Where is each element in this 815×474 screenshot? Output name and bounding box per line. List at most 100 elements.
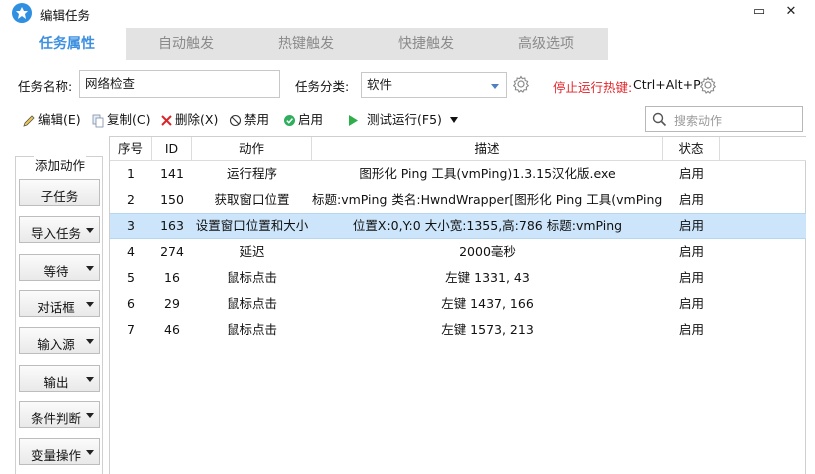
- test-run-label: 测试运行(F5): [367, 112, 442, 127]
- close-button[interactable]: ✕: [778, 2, 804, 24]
- chevron-down-icon: [86, 228, 94, 233]
- cell-status: 启用: [678, 166, 704, 181]
- task-category-select[interactable]: 软件: [361, 72, 507, 98]
- condition-button[interactable]: 条件判断: [19, 401, 100, 428]
- variable-operation-button[interactable]: 变量操作: [19, 438, 100, 465]
- hotkey-settings-gear-icon[interactable]: [698, 75, 718, 95]
- subtask-button[interactable]: 子任务: [19, 179, 100, 206]
- cell-description: 左键 1331, 43: [445, 270, 530, 285]
- category-settings-gear-icon[interactable]: [511, 74, 531, 94]
- copy-button[interactable]: 复制(C): [91, 111, 150, 129]
- add-action-title: 添加动作: [34, 155, 87, 174]
- cell-action: 运行程序: [226, 166, 277, 181]
- tab-task-properties[interactable]: 任务属性: [8, 28, 126, 60]
- col-header-action[interactable]: 动作: [192, 137, 312, 161]
- table-row[interactable]: 2 150 获取窗口位置 标题:vmPing 类名:HwndWrapper[图形…: [110, 187, 807, 213]
- tab-advanced-options[interactable]: 高级选项: [486, 28, 606, 60]
- col-header-description[interactable]: 描述: [312, 137, 663, 161]
- tab-quick-trigger[interactable]: 快捷触发: [366, 28, 486, 60]
- chevron-down-icon: [491, 84, 499, 89]
- triangle-down-icon: [450, 117, 458, 123]
- cell-action: 鼠标点击: [226, 296, 277, 311]
- test-run-button[interactable]: 测试运行(F5): [347, 111, 442, 129]
- cell-status: 启用: [678, 270, 704, 285]
- play-icon: [349, 115, 358, 126]
- table-row[interactable]: 5 16 鼠标点击 左键 1331, 43 启用: [110, 265, 807, 291]
- edit-label: 编辑(E): [38, 112, 81, 127]
- search-actions-input[interactable]: 搜索动作: [645, 106, 803, 132]
- cell-id: 16: [164, 270, 180, 285]
- task-name-input[interactable]: 网络检查: [79, 70, 280, 98]
- col-header-no[interactable]: 序号: [110, 137, 152, 161]
- wait-label: 等待: [43, 264, 69, 279]
- table-row-selected[interactable]: 3 163 设置窗口位置和大小 位置X:0,Y:0 大小宽:1355,高:786…: [110, 213, 807, 239]
- cell-action: 鼠标点击: [226, 270, 277, 285]
- enable-check-icon: [284, 115, 295, 126]
- disable-label: 禁用: [244, 112, 270, 127]
- stop-hotkey-label: 停止运行热键:: [553, 80, 633, 95]
- tab-strip: 任务属性 自动触发 热键触发 快捷触发 高级选项: [8, 28, 806, 60]
- test-run-dropdown[interactable]: [449, 112, 459, 130]
- close-icon: ✕: [785, 4, 797, 19]
- cell-action: 获取窗口位置: [214, 192, 290, 207]
- output-label: 输出: [43, 375, 69, 390]
- cell-no: 3: [127, 218, 135, 233]
- cell-description: 左键 1437, 166: [441, 296, 534, 311]
- wait-button[interactable]: 等待: [19, 254, 100, 281]
- cell-status: 启用: [678, 322, 704, 337]
- dialog-button[interactable]: 对话框: [19, 290, 100, 317]
- cell-id: 29: [164, 296, 180, 311]
- cell-action: 设置窗口位置和大小: [195, 218, 309, 233]
- disable-button[interactable]: 禁用: [229, 111, 269, 129]
- cell-id: 274: [160, 244, 184, 259]
- cell-status: 启用: [678, 244, 704, 259]
- cell-action: 鼠标点击: [226, 322, 277, 337]
- task-category-label: 任务分类:: [295, 79, 350, 94]
- app-logo-icon: [12, 3, 32, 23]
- tab-hotkey-trigger[interactable]: 热键触发: [246, 28, 366, 60]
- cell-description: 位置X:0,Y:0 大小宽:1355,高:786 标题:vmPing: [352, 218, 623, 233]
- variable-operation-label: 变量操作: [30, 448, 81, 463]
- table-header: 序号 ID 动作 描述 状态: [110, 137, 807, 161]
- window-title: 编辑任务: [40, 8, 91, 23]
- copy-label: 复制(C): [107, 112, 151, 127]
- title-bar: 编辑任务 ▭ ✕: [0, 0, 815, 26]
- task-name-label: 任务名称:: [18, 79, 73, 94]
- delete-x-icon: [161, 115, 172, 126]
- copy-icon: [92, 114, 104, 127]
- chevron-down-icon: [86, 339, 94, 344]
- cell-description: 标题:vmPing 类名:HwndWrapper[图形化 Ping 工具(vmP…: [312, 192, 663, 207]
- input-source-button[interactable]: 输入源: [19, 327, 100, 354]
- cell-no: 5: [127, 270, 135, 285]
- tab-auto-trigger[interactable]: 自动触发: [126, 28, 246, 60]
- search-placeholder: 搜索动作: [674, 114, 723, 128]
- cell-no: 4: [127, 244, 135, 259]
- import-task-label: 导入任务: [30, 226, 81, 241]
- minimize-button[interactable]: ▭: [746, 2, 772, 24]
- output-button[interactable]: 输出: [19, 365, 100, 392]
- table-row[interactable]: 6 29 鼠标点击 左键 1437, 166 启用: [110, 291, 807, 317]
- table-row[interactable]: 4 274 延迟 2000毫秒 启用: [110, 239, 807, 265]
- table-row[interactable]: 7 46 鼠标点击 左键 1573, 213 启用: [110, 317, 807, 343]
- chevron-down-icon: [86, 266, 94, 271]
- import-task-button[interactable]: 导入任务: [19, 216, 100, 243]
- cell-id: 150: [160, 192, 184, 207]
- table-row[interactable]: 1 141 运行程序 图形化 Ping 工具(vmPing)1.3.15汉化版.…: [110, 161, 807, 187]
- col-header-status[interactable]: 状态: [663, 137, 720, 161]
- minimize-icon: ▭: [752, 4, 766, 19]
- delete-label: 删除(X): [175, 112, 219, 127]
- search-icon: [652, 112, 667, 127]
- pencil-icon: [23, 114, 35, 127]
- delete-button[interactable]: 删除(X): [160, 111, 218, 129]
- cell-no: 7: [127, 322, 135, 337]
- stop-hotkey-value: Ctrl+Alt+P: [633, 77, 701, 92]
- cell-status: 启用: [678, 218, 704, 233]
- col-header-id[interactable]: ID: [152, 137, 192, 161]
- actions-table: 序号 ID 动作 描述 状态 1 141 运行程序 图形化 Ping 工具(vm…: [109, 136, 807, 474]
- edit-button[interactable]: 编辑(E): [22, 111, 81, 129]
- chevron-down-icon: [86, 377, 94, 382]
- enable-button[interactable]: 启用: [283, 111, 323, 129]
- subtask-label: 子任务: [40, 189, 79, 204]
- dialog-label: 对话框: [37, 300, 75, 315]
- condition-label: 条件判断: [30, 411, 81, 426]
